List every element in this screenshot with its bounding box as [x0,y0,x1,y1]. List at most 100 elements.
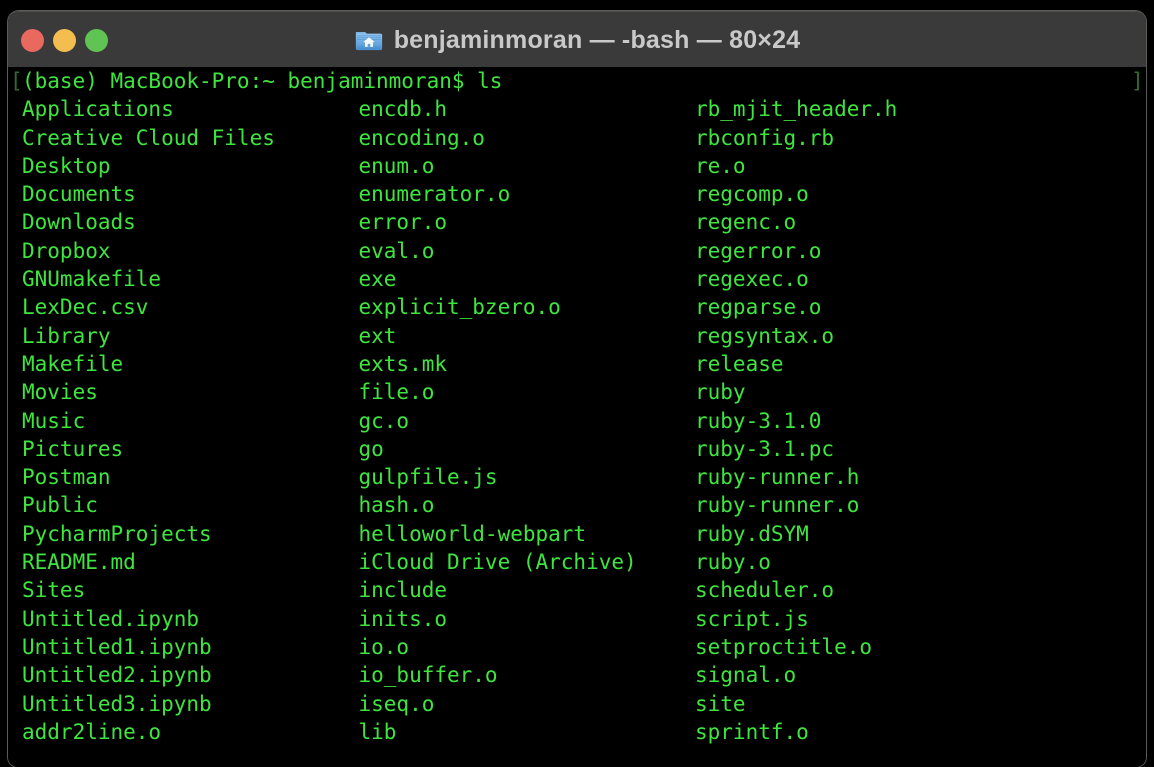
file-entry: encoding.o [358,125,485,150]
terminal-screen[interactable]: [ (base) MacBook-Pro:~ benjaminmoran$ ls… [8,67,1146,767]
file-entry: regerror.o [695,238,822,263]
file-entry: GNUmakefile [22,267,162,292]
prompt-bracket-left: [ [10,69,23,93]
window-title: benjaminmoran — -bash — 80×24 [393,25,801,54]
output-row: Makefile exts.mk release [8,350,1146,378]
file-entry: release [695,351,784,376]
output-row: Downloads error.o regenc.o [8,208,1146,236]
file-entry: scheduler.o [695,578,835,603]
file-entry: re.o [695,153,746,178]
output-row: Desktop enum.o re.o [8,152,1146,180]
output-row: addr2line.o lib sprintf.o [8,718,1146,746]
file-entry: ruby.dSYM [695,521,809,546]
file-entry: Sites [22,578,86,603]
file-entry: hash.o [358,493,435,518]
file-entry: Movies [22,380,98,405]
title-bar[interactable]: benjaminmoran — -bash — 80×24 [8,11,1146,67]
file-entry: ruby.o [695,550,771,575]
file-entry: enum.o [358,153,435,178]
file-entry: error.o [358,210,448,235]
home-folder-icon [355,32,382,51]
file-entry: PycharmProjects [22,521,212,546]
output-row: Sites include scheduler.o [8,576,1146,604]
prompt-line: [ (base) MacBook-Pro:~ benjaminmoran$ ls… [8,67,1146,95]
file-entry: lib [358,719,397,744]
file-entry: enumerator.o [358,182,511,207]
file-entry: Creative Cloud Files [22,125,275,150]
file-entry: Public [22,493,98,518]
output-row: Public hash.o ruby-runner.o [8,491,1146,519]
file-entry: regenc.o [695,210,797,235]
file-entry: eval.o [358,238,435,263]
file-entry: include [358,578,448,603]
title-area: benjaminmoran — -bash — 80×24 [8,12,1146,68]
file-entry: regparse.o [695,295,822,320]
output-row: Applications encdb.h rb_mjit_header.h [8,95,1146,123]
window-controls[interactable] [21,12,108,68]
file-entry: file.o [358,380,435,405]
file-entry: Music [22,408,86,433]
output-row: Movies file.o ruby [8,378,1146,406]
file-entry: Postman [22,465,111,490]
output-row: README.md iCloud Drive (Archive) ruby.o [8,548,1146,576]
file-entry: Dropbox [22,238,111,263]
file-entry: ruby [695,380,746,405]
file-entry: ruby-3.1.0 [695,408,822,433]
file-entry: Documents [22,182,136,207]
output-row: LexDec.csv explicit_bzero.o regparse.o [8,293,1146,321]
file-entry: README.md [22,550,136,575]
file-entry: iseq.o [358,691,435,716]
file-entry: iCloud Drive (Archive) [358,550,637,575]
file-entry: io_buffer.o [358,663,498,688]
file-entry: gc.o [358,408,410,433]
file-entry: ruby-runner.h [695,465,860,490]
file-entry: Untitled2.ipynb [22,663,212,688]
maximize-button[interactable] [85,28,108,52]
output-row: Untitled.ipynb inits.o script.js [8,605,1146,633]
output-row: Documents enumerator.o regcomp.o [8,180,1146,208]
file-entry: Pictures [22,436,124,461]
file-entry: LexDec.csv [22,295,149,320]
terminal-output: [ (base) MacBook-Pro:~ benjaminmoran$ ls… [8,67,1146,746]
file-entry: setproctitle.o [695,634,873,659]
file-entry: Untitled.ipynb [22,606,200,631]
output-row: Untitled2.ipynb io_buffer.o signal.o [8,661,1146,689]
output-row: Dropbox eval.o regerror.o [8,237,1146,265]
file-entry: Untitled1.ipynb [22,634,212,659]
file-entry: signal.o [695,663,797,688]
file-entry: rb_mjit_header.h [695,97,898,122]
file-entry: addr2line.o [22,719,162,744]
output-row: PycharmProjects helloworld-webpart ruby.… [8,520,1146,548]
minimize-button[interactable] [53,28,76,52]
file-entry: regsyntax.o [695,323,835,348]
file-entry: regexec.o [695,267,809,292]
file-entry: Library [22,323,111,348]
prompt-bracket-right: ] [1131,69,1144,93]
output-row: Music gc.o ruby-3.1.0 [8,407,1146,435]
file-entry: Makefile [22,351,124,376]
file-entry: Downloads [22,210,136,235]
file-entry: helloworld-webpart [358,521,587,546]
file-entry: encdb.h [358,97,448,122]
file-entry: io.o [358,634,410,659]
file-entry: exe [358,267,397,292]
output-row: Untitled1.ipynb io.o setproctitle.o [8,633,1146,661]
terminal-window[interactable]: benjaminmoran — -bash — 80×24 [ (base) M… [8,11,1146,767]
file-entry: script.js [695,606,809,631]
file-entry: inits.o [358,606,448,631]
output-row: Postman gulpfile.js ruby-runner.h [8,463,1146,491]
file-entry: site [695,691,746,716]
output-row: GNUmakefile exe regexec.o [8,265,1146,293]
file-entry: Untitled3.ipynb [22,691,212,716]
file-entry: gulpfile.js [358,465,498,490]
close-button[interactable] [21,28,44,52]
file-entry: regcomp.o [695,182,809,207]
file-entry: ext [358,323,397,348]
output-row: Untitled3.ipynb iseq.o site [8,690,1146,718]
file-entry: explicit_bzero.o [358,295,561,320]
file-entry: ruby-3.1.pc [695,436,835,461]
file-entry: rbconfig.rb [695,125,835,150]
file-entry: Desktop [22,153,111,178]
file-entry: exts.mk [358,351,448,376]
file-entry: Applications [22,97,174,122]
